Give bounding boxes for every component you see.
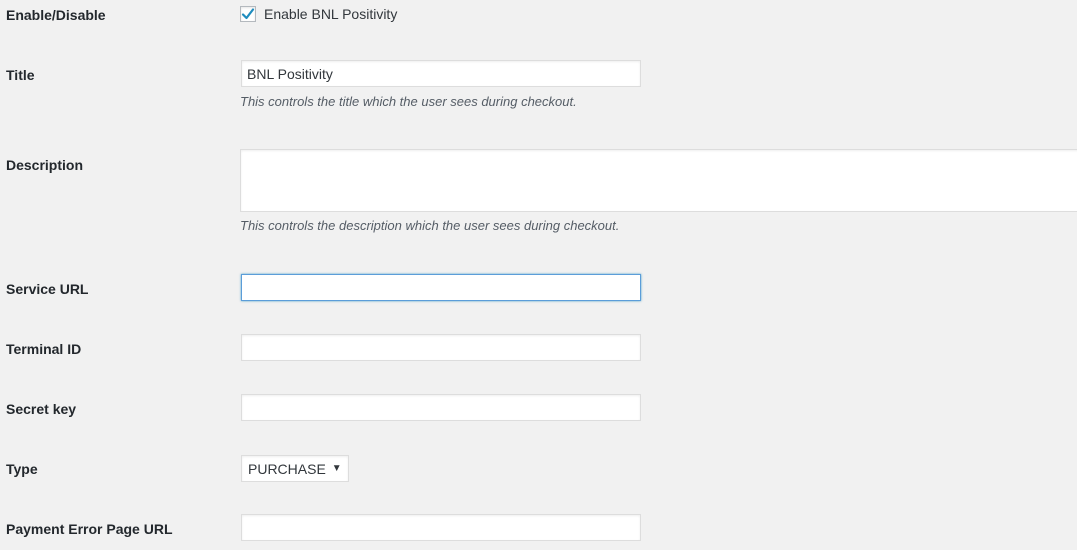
type-label: Type xyxy=(6,461,38,477)
title-label: Title xyxy=(6,67,35,83)
description-help-text: This controls the description which the … xyxy=(240,218,620,233)
title-help-text: This controls the title which the user s… xyxy=(240,94,577,109)
enable-disable-label: Enable/Disable xyxy=(6,7,106,23)
payment-gateway-settings-form: Enable/Disable Enable BNL Positivity Tit… xyxy=(0,0,1077,550)
terminal-id-input[interactable] xyxy=(241,334,641,361)
service-url-input[interactable] xyxy=(241,274,641,301)
enable-checkbox-label[interactable]: Enable BNL Positivity xyxy=(264,5,397,23)
type-select-value: PURCHASE xyxy=(248,460,326,477)
terminal-id-label: Terminal ID xyxy=(6,341,82,357)
description-textarea[interactable] xyxy=(240,149,1077,212)
checkmark-icon xyxy=(241,8,255,20)
type-select[interactable]: PURCHASE ▼ xyxy=(241,455,349,482)
payment-error-url-label: Payment Error Page URL xyxy=(6,521,173,537)
enable-checkbox-row[interactable]: Enable BNL Positivity xyxy=(240,5,397,23)
dropdown-caret-icon: ▼ xyxy=(331,463,342,474)
service-url-label: Service URL xyxy=(6,281,89,297)
enable-checkbox[interactable] xyxy=(240,6,256,22)
payment-error-url-input[interactable] xyxy=(241,514,641,541)
title-input[interactable] xyxy=(241,60,641,87)
secret-key-label: Secret key xyxy=(6,401,77,417)
secret-key-input[interactable] xyxy=(241,394,641,421)
description-label: Description xyxy=(6,157,84,173)
